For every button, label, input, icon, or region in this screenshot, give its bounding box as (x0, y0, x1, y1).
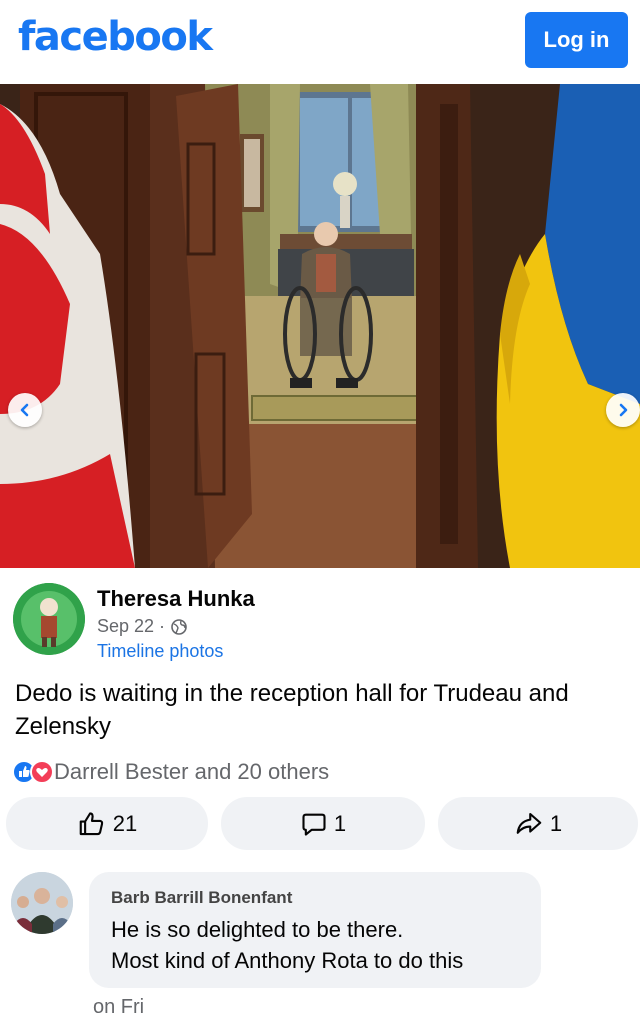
chevron-left-icon (20, 403, 29, 417)
author-avatar[interactable] (13, 583, 85, 655)
author-avatar-image (13, 583, 85, 655)
commenter-name[interactable]: Barb Barrill Bonenfant (111, 888, 292, 908)
comment-button[interactable]: 1 (221, 797, 425, 850)
comment-bubble: Barb Barrill Bonenfant He is so delighte… (89, 872, 541, 988)
reactions-summary[interactable]: Darrell Bester and 20 others (12, 758, 329, 786)
reactions-text: Darrell Bester and 20 others (54, 759, 330, 784)
like-count: 21 (112, 810, 138, 836)
post-date[interactable]: Sep 22 · (97, 616, 165, 637)
comment-text-line-2: Most kind of Anthony Rota to do this (111, 948, 464, 973)
post-photo-image (0, 84, 640, 568)
reaction-icons (12, 759, 66, 785)
album-link[interactable]: Timeline photos (97, 641, 223, 662)
post-photo[interactable] (0, 84, 640, 568)
commenter-avatar[interactable] (11, 872, 73, 934)
previous-photo-button[interactable] (8, 393, 42, 427)
comment-count: 1 (333, 810, 347, 836)
share-count: 1 (549, 810, 563, 836)
share-arrow-icon (516, 812, 542, 834)
post-text: Dedo is waiting in the reception hall fo… (15, 680, 569, 740)
globe-icon (171, 618, 187, 635)
facebook-logo[interactable]: facebook (18, 14, 213, 60)
commenter-avatar-image (11, 872, 73, 934)
like-button[interactable]: 21 (6, 797, 208, 850)
love-reaction-icon (30, 760, 54, 784)
login-button[interactable]: Log in (525, 12, 628, 68)
comment-text: He is so delighted to be there. Most kin… (111, 914, 463, 976)
comment-icon (302, 813, 326, 836)
thumbs-up-icon (79, 811, 103, 835)
chevron-right-icon (619, 403, 628, 417)
comment-timestamp[interactable]: on Fri (93, 996, 144, 1019)
top-bar: facebook Log in (0, 0, 640, 84)
comment-text-line-1: He is so delighted to be there. (111, 917, 404, 942)
next-photo-button[interactable] (606, 393, 640, 427)
post-author-name[interactable]: Theresa Hunka (97, 586, 255, 612)
share-button[interactable]: 1 (438, 797, 638, 850)
post-meta: Sep 22 · (97, 616, 187, 637)
